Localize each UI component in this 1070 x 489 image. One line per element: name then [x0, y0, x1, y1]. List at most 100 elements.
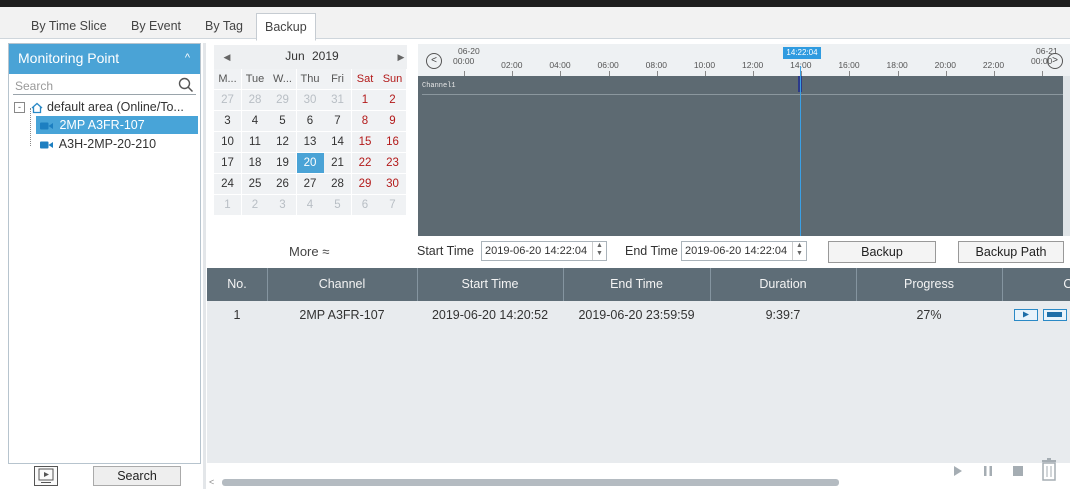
- calendar-day[interactable]: 29: [269, 90, 296, 111]
- panel-divider[interactable]: [203, 43, 206, 489]
- weekday-header: Sat: [351, 69, 379, 90]
- timeline-tick-label: 10:00: [693, 60, 716, 70]
- timeline-tick-label: 06:00: [597, 60, 619, 70]
- calendar-day[interactable]: 1: [351, 90, 379, 111]
- timeline-scrollbar[interactable]: [1063, 76, 1070, 236]
- calendar-prev-icon[interactable]: ◀: [220, 50, 234, 64]
- calendar-year[interactable]: 2019: [312, 49, 339, 63]
- calendar-day[interactable]: 11: [241, 132, 269, 153]
- calendar-day[interactable]: 7: [379, 195, 406, 216]
- pause-all-icon[interactable]: [980, 460, 996, 482]
- scrollbar-thumb[interactable]: [222, 479, 839, 486]
- calendar-day[interactable]: 12: [269, 132, 296, 153]
- calendar-day[interactable]: 10: [214, 132, 241, 153]
- calendar-day[interactable]: 4: [296, 195, 324, 216]
- column-header-channel[interactable]: Channel: [267, 268, 417, 301]
- stop-all-icon[interactable]: [1010, 460, 1026, 482]
- calendar-day[interactable]: 27: [214, 90, 241, 111]
- tree-item-camera[interactable]: A3H-2MP-20-210: [36, 135, 198, 153]
- calendar-day[interactable]: 13: [296, 132, 324, 153]
- tab-by-event[interactable]: By Event: [123, 13, 189, 39]
- camera-icon: [40, 141, 53, 149]
- calendar-day[interactable]: 2: [241, 195, 269, 216]
- calendar-day[interactable]: 24: [214, 174, 241, 195]
- column-header-end-time[interactable]: End Time: [563, 268, 710, 301]
- backup-button[interactable]: Backup: [828, 241, 936, 263]
- monitoring-point-header[interactable]: Monitoring Point ^: [9, 44, 200, 74]
- column-header-start-time[interactable]: Start Time: [417, 268, 563, 301]
- calendar-day[interactable]: 7: [324, 111, 351, 132]
- row-play-button[interactable]: [1014, 309, 1038, 321]
- start-time-field[interactable]: 2019-06-20 14:22:04: [481, 241, 607, 261]
- calendar-day[interactable]: 5: [324, 195, 351, 216]
- weekday-header: W...: [269, 69, 296, 90]
- tree-item-camera[interactable]: 2MP A3FR-107: [36, 116, 198, 134]
- calendar-day[interactable]: 3: [269, 195, 296, 216]
- backup-path-button[interactable]: Backup Path: [958, 241, 1064, 263]
- tree-root-default-area[interactable]: - default area (Online/To...: [14, 98, 199, 116]
- timeline-tick-label: 04:00: [549, 60, 571, 70]
- calendar-day[interactable]: 4: [241, 111, 269, 132]
- tree-connector: [30, 108, 31, 146]
- tab-by-tag[interactable]: By Tag: [197, 13, 251, 39]
- column-header-duration[interactable]: Duration: [710, 268, 856, 301]
- chevron-up-icon[interactable]: ^: [185, 52, 190, 64]
- calendar-day[interactable]: 6: [296, 111, 324, 132]
- delete-icon[interactable]: [1038, 457, 1060, 483]
- camera-icon: [40, 122, 53, 130]
- calendar-day[interactable]: 2: [379, 90, 406, 111]
- timeline-track-area[interactable]: [418, 76, 1070, 236]
- end-time-spinner-icon[interactable]: ▲ ▼: [792, 242, 806, 260]
- calendar-next-icon[interactable]: ▶: [394, 50, 408, 64]
- calendar-day[interactable]: 30: [379, 174, 406, 195]
- column-header-no[interactable]: No.: [207, 268, 267, 301]
- calendar-day[interactable]: 31: [324, 90, 351, 111]
- play-all-icon[interactable]: [950, 460, 966, 482]
- search-button[interactable]: Search: [93, 466, 181, 486]
- calendar-day[interactable]: 29: [351, 174, 379, 195]
- calendar-day[interactable]: 19: [269, 153, 296, 174]
- calendar-day[interactable]: 25: [241, 174, 269, 195]
- tab-by-time-slice[interactable]: By Time Slice: [23, 13, 115, 39]
- more-link[interactable]: More ≈: [289, 244, 349, 259]
- start-time-spinner-icon[interactable]: ▲ ▼: [592, 242, 606, 260]
- timeline-prev-icon[interactable]: <: [426, 53, 442, 69]
- calendar-day[interactable]: 8: [351, 111, 379, 132]
- playback-toggle-button[interactable]: [34, 466, 58, 486]
- timeline-cursor[interactable]: [800, 66, 801, 236]
- calendar-day[interactable]: 20: [296, 153, 324, 174]
- calendar-day[interactable]: 18: [241, 153, 269, 174]
- start-time-label: Start Time: [417, 244, 474, 258]
- play-icon: [1023, 311, 1029, 318]
- collapse-icon[interactable]: -: [14, 102, 25, 114]
- row-stop-button[interactable]: [1043, 309, 1067, 321]
- calendar-day[interactable]: 9: [379, 111, 406, 132]
- search-icon[interactable]: [178, 77, 194, 93]
- tab-backup[interactable]: Backup: [256, 13, 316, 41]
- monitoring-point-title: Monitoring Point: [18, 50, 120, 66]
- backup-table-header: No. Channel Start Time End Time Duration…: [207, 268, 1070, 301]
- calendar-month[interactable]: Jun: [285, 49, 304, 63]
- search-input[interactable]: [13, 77, 196, 95]
- column-header-progress[interactable]: Progress: [856, 268, 1002, 301]
- calendar-day[interactable]: 5: [269, 111, 296, 132]
- calendar-day[interactable]: 15: [351, 132, 379, 153]
- calendar-day[interactable]: 21: [324, 153, 351, 174]
- timeline-cursor-time[interactable]: 14:22:04: [783, 47, 821, 59]
- scroll-left-icon[interactable]: <: [209, 477, 214, 487]
- calendar-day[interactable]: 30: [296, 90, 324, 111]
- calendar-day[interactable]: 17: [214, 153, 241, 174]
- calendar-day[interactable]: 23: [379, 153, 406, 174]
- calendar-day[interactable]: 14: [324, 132, 351, 153]
- calendar-day[interactable]: 28: [324, 174, 351, 195]
- calendar-day[interactable]: 16: [379, 132, 406, 153]
- calendar-day[interactable]: 3: [214, 111, 241, 132]
- calendar-day[interactable]: 1: [214, 195, 241, 216]
- calendar-day[interactable]: 28: [241, 90, 269, 111]
- calendar-day[interactable]: 6: [351, 195, 379, 216]
- calendar-day[interactable]: 26: [269, 174, 296, 195]
- calendar-day[interactable]: 22: [351, 153, 379, 174]
- calendar-day[interactable]: 27: [296, 174, 324, 195]
- column-header-op[interactable]: Op: [1002, 268, 1070, 301]
- end-time-field[interactable]: 2019-06-20 14:22:04: [681, 241, 807, 261]
